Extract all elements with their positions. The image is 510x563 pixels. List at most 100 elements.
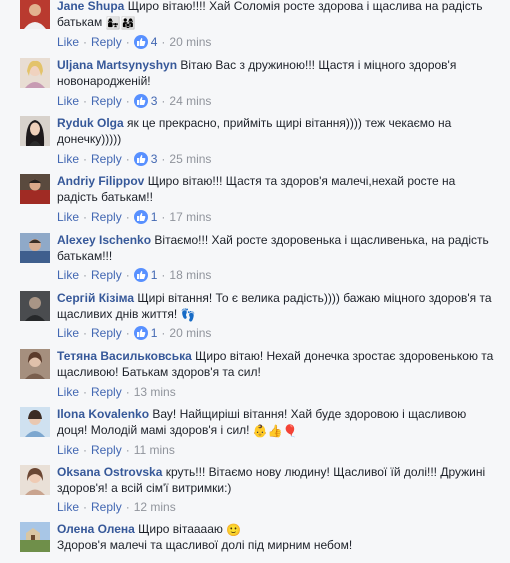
separator: · — [125, 443, 130, 457]
comment-author[interactable]: Alexey Ischenko — [57, 233, 151, 247]
reply-button[interactable]: Reply — [91, 326, 122, 340]
like-count[interactable]: 3 — [133, 94, 157, 108]
like-button[interactable]: Like — [57, 152, 79, 166]
comment-body: Uljana Martsynyshyn Вітаю Вас з дружиною… — [57, 57, 497, 89]
like-button[interactable]: Like — [57, 94, 79, 108]
like-button[interactable]: Like — [57, 35, 79, 49]
timestamp[interactable]: 13 mins — [134, 385, 176, 399]
thumbs-up-icon — [133, 94, 148, 108]
reply-button[interactable]: Reply — [91, 35, 122, 49]
comment-author[interactable]: Ilona Kovalenko — [57, 407, 149, 421]
comment-feed: Jane Shupa Щиро вітаю!!!! Хай Соломія ро… — [0, 0, 510, 563]
comment-author[interactable]: Andriy Filippov — [57, 174, 144, 188]
comment-item: Сергій Кізіма Щирі вітання! То є велика … — [0, 288, 510, 346]
comment-item: Oksana Ostrovska круть!!! Вітаємо нову л… — [0, 462, 510, 520]
comment-actions: Like · Reply · 3 · 25 mins — [57, 151, 211, 167]
separator: · — [125, 35, 130, 49]
comment-item: Ilona Kovalenko Вау! Найщиріші вітання! … — [0, 404, 510, 462]
reply-button[interactable]: Reply — [91, 443, 122, 457]
thumbs-up-icon — [133, 35, 148, 49]
comment-actions: Like · Reply · 1 · 18 mins — [57, 267, 211, 283]
reply-button[interactable]: Reply — [91, 500, 122, 514]
like-count[interactable]: 1 — [133, 326, 157, 340]
timestamp[interactable]: 12 mins — [134, 500, 176, 514]
separator: · — [125, 94, 130, 108]
reply-button[interactable]: Reply — [91, 210, 122, 224]
like-button[interactable]: Like — [57, 210, 79, 224]
like-count[interactable]: 3 — [133, 152, 157, 166]
avatar[interactable] — [20, 0, 50, 29]
comment-actions: Like · Reply · 4 · 20 mins — [57, 34, 211, 50]
timestamp[interactable]: 24 mins — [169, 94, 211, 108]
comment-item: Тетяна Васильковська Щиро вітаю! Нехай д… — [0, 346, 510, 404]
comment-body: Ryduk Olga як це прекрасно, прийміть щир… — [57, 115, 497, 147]
comment-author[interactable]: Uljana Martsynyshyn — [57, 58, 177, 72]
separator: · — [125, 152, 130, 166]
like-button[interactable]: Like — [57, 385, 79, 399]
comment-author[interactable]: Jane Shupa — [57, 0, 124, 13]
comment-actions: Like · Reply · 3 · 24 mins — [57, 93, 211, 109]
like-count[interactable]: 1 — [133, 210, 157, 224]
timestamp[interactable]: 20 mins — [169, 35, 211, 49]
separator: · — [125, 385, 130, 399]
thumbs-up-icon — [133, 326, 148, 340]
separator: · — [83, 35, 88, 49]
comment-body: Oksana Ostrovska круть!!! Вітаємо нову л… — [57, 464, 497, 496]
separator: · — [83, 385, 88, 399]
timestamp[interactable]: 11 mins — [134, 443, 175, 457]
reply-button[interactable]: Reply — [91, 268, 122, 282]
timestamp[interactable]: 18 mins — [169, 268, 211, 282]
like-button[interactable]: Like — [57, 268, 79, 282]
reply-button[interactable]: Reply — [91, 385, 122, 399]
comment-author[interactable]: Ryduk Olga — [57, 116, 124, 130]
avatar[interactable] — [20, 116, 50, 146]
avatar[interactable] — [20, 291, 50, 321]
separator: · — [161, 326, 166, 340]
thumbs-up-icon — [133, 210, 148, 224]
avatar[interactable] — [20, 522, 50, 552]
comment-author[interactable]: Тетяна Васильковська — [57, 349, 192, 363]
avatar[interactable] — [20, 233, 50, 263]
comment-item: Ryduk Olga як це прекрасно, прийміть щир… — [0, 113, 510, 171]
separator: · — [161, 210, 166, 224]
comment-body: Jane Shupa Щиро вітаю!!!! Хай Соломія ро… — [57, 0, 497, 30]
comment-author[interactable]: Олена Олена — [57, 522, 135, 536]
separator: · — [161, 35, 166, 49]
avatar[interactable] — [20, 349, 50, 379]
reply-button[interactable]: Reply — [91, 152, 122, 166]
like-count[interactable]: 4 — [133, 35, 157, 49]
reply-button[interactable]: Reply — [91, 94, 122, 108]
comment-author[interactable]: Oksana Ostrovska — [57, 465, 162, 479]
timestamp[interactable]: 17 mins — [169, 210, 211, 224]
like-button[interactable]: Like — [57, 500, 79, 514]
comment-text: Щиро вітааааю — [138, 522, 223, 536]
comment-actions: Like · Reply · 13 mins — [57, 384, 176, 400]
timestamp[interactable]: 20 mins — [169, 326, 211, 340]
avatar[interactable] — [20, 407, 50, 437]
avatar[interactable] — [20, 465, 50, 495]
comment-item: Uljana Martsynyshyn Вітаю Вас з дружиною… — [0, 55, 510, 113]
separator: · — [83, 268, 88, 282]
separator: · — [83, 210, 88, 224]
like-count[interactable]: 1 — [133, 268, 157, 282]
avatar[interactable] — [20, 174, 50, 204]
separator: · — [161, 268, 166, 282]
comment-item: Alexey Ischenko Вітаємо!!! Хай росте здо… — [0, 230, 510, 288]
separator: · — [161, 94, 166, 108]
separator: · — [83, 500, 88, 514]
emoji: 👩‍👧👨‍👩‍👧 — [105, 16, 136, 30]
timestamp[interactable]: 25 mins — [169, 152, 211, 166]
separator: · — [125, 210, 130, 224]
comment-actions: Like · Reply · 1 · 17 mins — [57, 209, 211, 225]
like-button[interactable]: Like — [57, 326, 79, 340]
separator: · — [161, 152, 166, 166]
separator: · — [125, 500, 130, 514]
separator: · — [125, 268, 130, 282]
smiley-icon: 🙂 — [226, 523, 242, 537]
avatar[interactable] — [20, 58, 50, 88]
like-button[interactable]: Like — [57, 443, 79, 457]
separator: · — [83, 152, 88, 166]
comment-text-continued: Здоров'я малечі та щасливої долі під мир… — [57, 538, 353, 552]
separator: · — [125, 326, 130, 340]
comment-author[interactable]: Сергій Кізіма — [57, 291, 134, 305]
